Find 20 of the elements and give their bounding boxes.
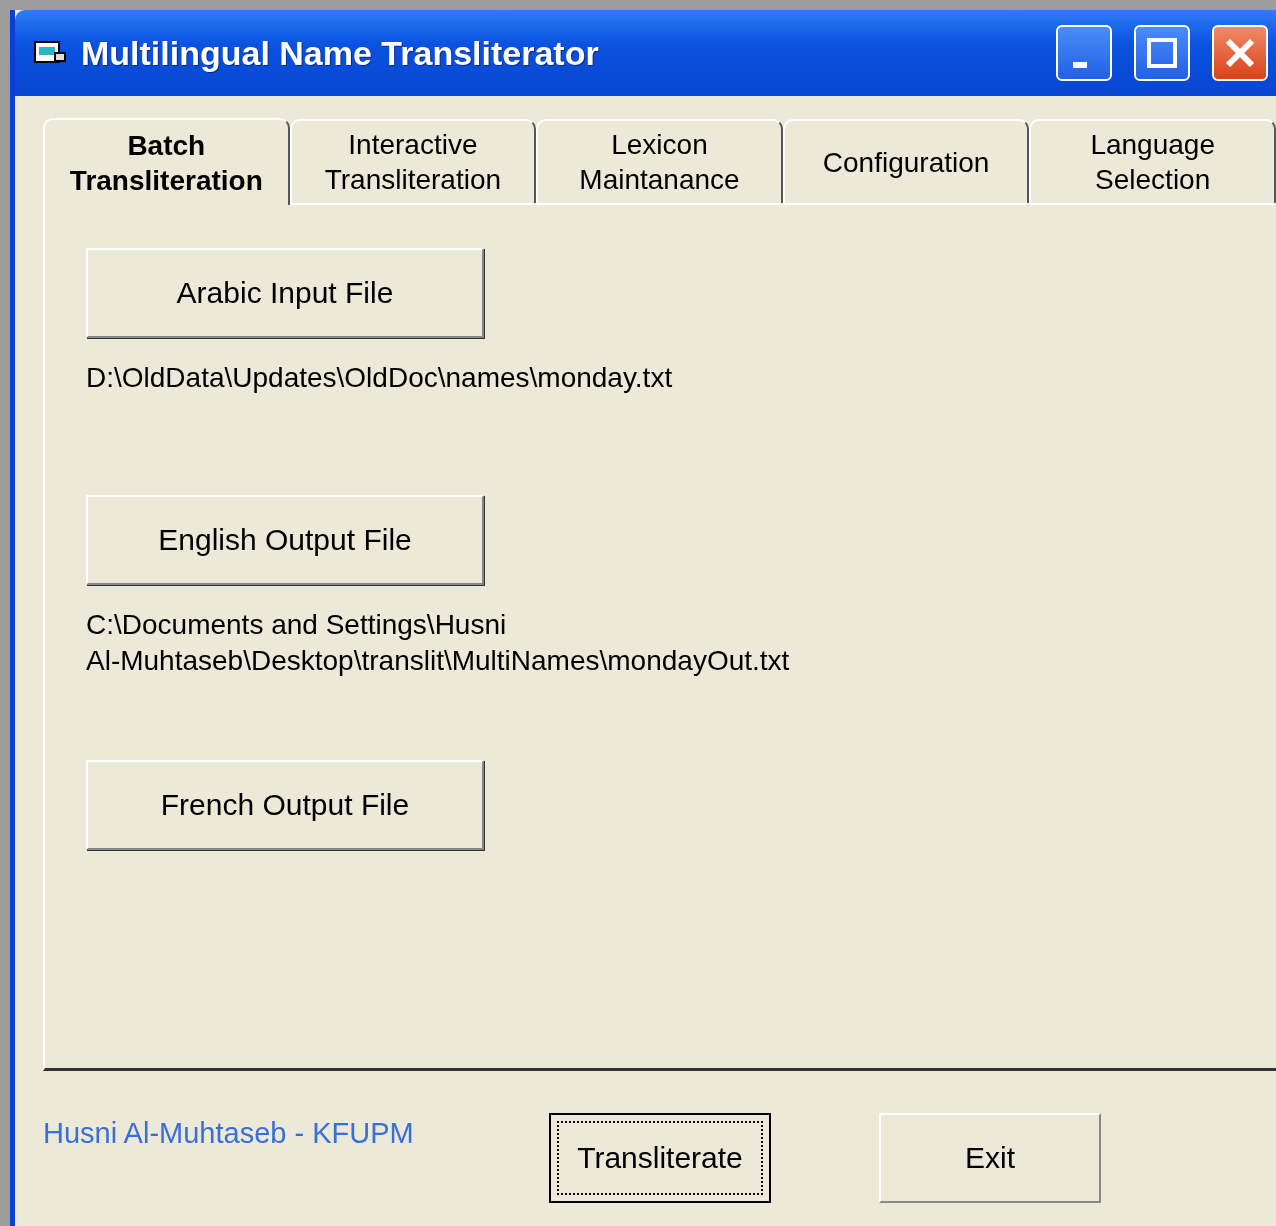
tab[interactable]: Language Selection	[1029, 119, 1276, 203]
window-title: Multilingual Name Transliterator	[81, 33, 600, 73]
tab[interactable]: Lexicon Maintanance	[536, 119, 783, 203]
tab[interactable]: Configuration	[782, 119, 1030, 203]
file-path: C:\Documents and Settings\Husni Al-Muhtaseb\Desktop\translit\MultiNames\mondayOut.txt	[86, 609, 790, 676]
tab[interactable]: Batch Transliteration	[43, 118, 290, 205]
author-label: Husni Al-Muhtaseb - KFUPM	[43, 1117, 415, 1150]
file-button[interactable]: English Output File	[86, 495, 484, 585]
action-button[interactable]: Transliterate	[549, 1113, 771, 1203]
file-button[interactable]: French Output File	[86, 760, 484, 850]
close-button[interactable]	[1212, 25, 1268, 81]
action-button[interactable]: Exit	[879, 1113, 1101, 1203]
file-path: D:\OldData\Updates\OldDoc\names\monday.txt	[86, 362, 673, 393]
tab[interactable]: Interactive Transliteration	[289, 119, 537, 203]
maximize-button[interactable]	[1134, 25, 1190, 81]
file-button[interactable]: Arabic Input File	[86, 248, 484, 338]
minimize-button[interactable]	[1056, 25, 1112, 81]
maximize-icon	[1145, 36, 1179, 70]
close-icon	[1223, 36, 1257, 70]
minimize-icon	[1073, 62, 1087, 68]
